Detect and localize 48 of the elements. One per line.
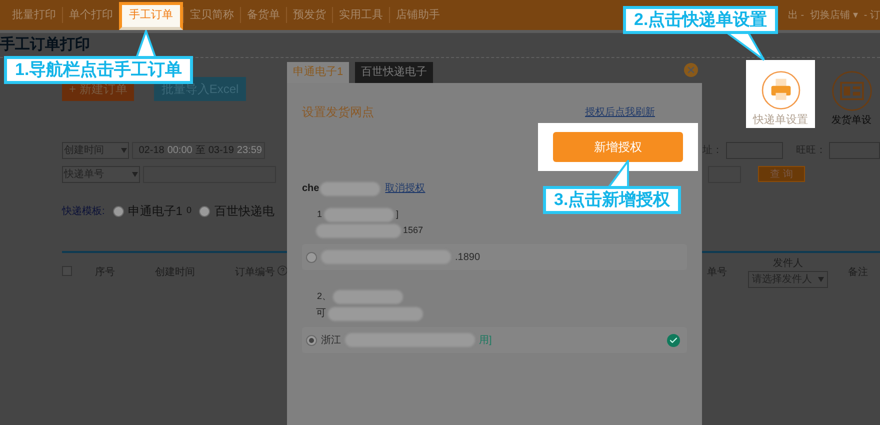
radio-button[interactable]	[199, 206, 210, 216]
nav-item[interactable]: 手工订单	[119, 2, 183, 30]
nav-item[interactable]: 宝贝简称	[183, 6, 240, 24]
branch-option-row[interactable]: .1890	[302, 244, 687, 270]
nav-item[interactable]: 实用工具	[332, 6, 389, 24]
caret-icon	[818, 277, 824, 282]
cancel-authorization-link[interactable]: 取消授权	[385, 181, 426, 196]
nav-item[interactable]: 批量打印	[6, 6, 62, 24]
blurred-text	[320, 182, 380, 196]
account-name: che	[302, 182, 320, 196]
settings-shortcut[interactable]: 快递单设置	[746, 60, 815, 128]
caret-icon	[132, 172, 138, 176]
branch-option-row[interactable]: 浙江 用]	[302, 327, 687, 353]
modal-tab[interactable]: 申通电子1	[287, 62, 350, 83]
radio-button[interactable]	[306, 252, 317, 262]
section-title: 设置发货网点	[302, 104, 374, 121]
add-authorization-button[interactable]: 新增授权	[553, 132, 683, 162]
settings-shortcut[interactable]: 发货单设	[817, 60, 880, 128]
address-text: 1567	[403, 224, 424, 238]
group-number: 2、	[317, 290, 332, 304]
query-button[interactable]: 查 询	[758, 166, 805, 182]
caret-icon	[120, 148, 127, 152]
refresh-link[interactable]: 授权后点我刷新	[585, 104, 655, 120]
header-link[interactable]: 切换店铺 ▾	[810, 8, 858, 22]
branch-text: 浙江	[321, 334, 341, 348]
address-text: ]	[396, 208, 399, 222]
date-text: 00:00	[167, 144, 192, 158]
group-number: 1	[317, 208, 322, 222]
date-text: 23:59	[236, 144, 262, 158]
nav-item[interactable]: 店铺助手	[389, 6, 446, 24]
blurred-text	[324, 208, 394, 222]
branch-text: 用]	[479, 334, 492, 348]
modal-tab[interactable]: 百世快递电子	[355, 62, 434, 83]
nav-item[interactable]: 备货单	[240, 6, 286, 24]
close-icon[interactable]	[684, 63, 698, 77]
blurred-text	[333, 290, 404, 304]
address-text: 可	[316, 307, 326, 321]
nav-item[interactable]: 预发货	[286, 6, 332, 24]
radio-button[interactable]	[306, 334, 317, 346]
header-link[interactable]: 出 -	[788, 8, 804, 22]
page-title: 手工订单打印	[0, 34, 90, 55]
branch-text: .1890	[455, 250, 480, 264]
radio-button[interactable]	[112, 206, 124, 216]
shortcut-label: 发货单设	[832, 114, 872, 128]
help-icon	[277, 265, 288, 276]
header-link[interactable]: - 订	[864, 8, 880, 22]
template-label: 快递模板:	[62, 204, 105, 218]
shortcut-label: 快递单设置	[753, 112, 808, 128]
